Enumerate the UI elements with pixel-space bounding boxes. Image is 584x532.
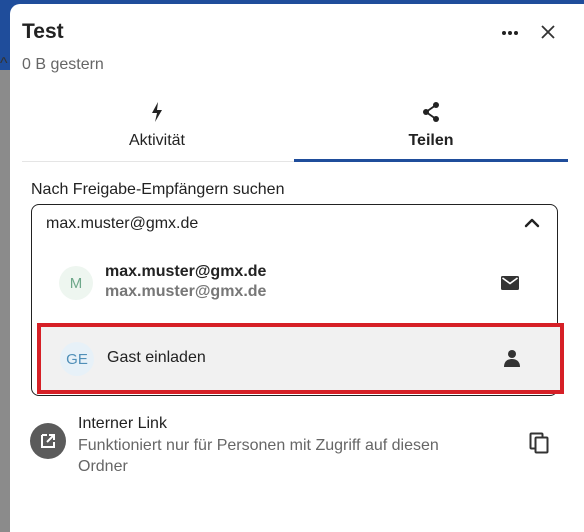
close-button[interactable]: [534, 18, 562, 46]
person-icon: [501, 347, 523, 369]
copy-icon: [529, 432, 549, 454]
internal-link-icon: [30, 423, 66, 459]
sharing-sidebar: Test 0 B gestern Aktivität Teilen Nach F…: [10, 4, 584, 532]
close-icon: [541, 25, 555, 39]
file-meta: 0 B gestern: [22, 56, 104, 73]
page-title: Test: [22, 20, 64, 43]
open-external-icon: [41, 434, 55, 448]
mail-icon: [499, 273, 521, 293]
recipient-name: max.muster@gmx.de: [105, 263, 267, 280]
chevron-up-icon: [524, 218, 540, 228]
invite-guest-label: Gast einladen: [107, 349, 206, 366]
tab-share[interactable]: Teilen: [294, 100, 568, 160]
share-icon: [423, 102, 439, 122]
invite-guest-option[interactable]: GE Gast einladen: [37, 323, 564, 394]
search-input[interactable]: [46, 214, 486, 234]
internal-link-description: Funktioniert nur für Personen mit Zugrif…: [78, 437, 439, 475]
search-label: Nach Freigabe-Empfängern suchen: [31, 181, 285, 198]
active-tab-indicator: [294, 159, 568, 162]
avatar: GE: [60, 342, 94, 376]
lightning-icon: [152, 102, 162, 122]
copy-link-button[interactable]: [526, 430, 552, 456]
tab-activity[interactable]: Aktivität: [22, 100, 292, 160]
recipient-email: max.muster@gmx.de: [105, 283, 267, 300]
collapse-dropdown-button[interactable]: [518, 211, 546, 235]
more-horizontal-icon: [502, 31, 518, 35]
tab-share-label: Teilen: [408, 132, 454, 149]
avatar: M: [59, 266, 93, 300]
background-chevron-icon: ^: [0, 55, 8, 72]
recipient-option[interactable]: M max.muster@gmx.de max.muster@gmx.de: [32, 251, 557, 317]
tab-activity-label: Aktivität: [128, 132, 185, 149]
internal-link-title: Interner Link: [78, 415, 167, 432]
more-options-button[interactable]: [494, 20, 526, 46]
